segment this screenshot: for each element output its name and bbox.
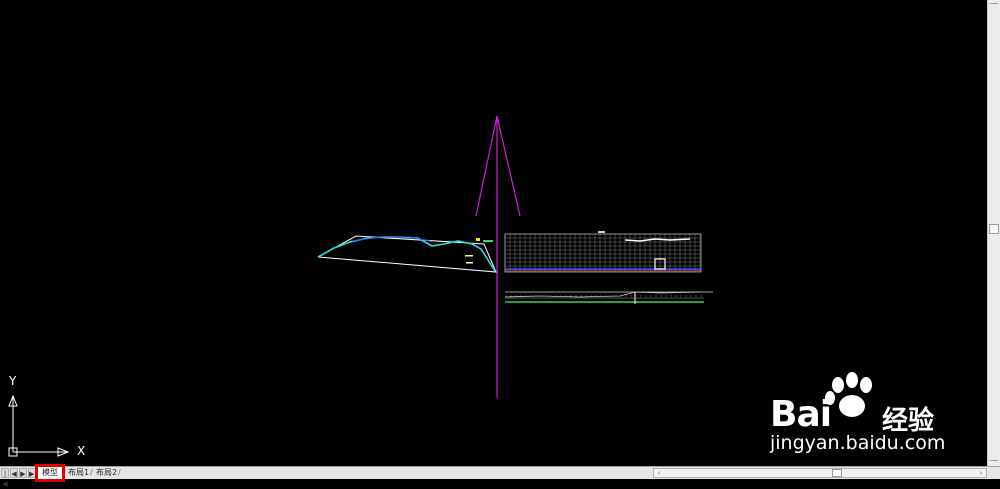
baidu-watermark: Bai 经验 jingyan.baidu.com: [764, 372, 984, 466]
layout-tab-bar: |◀ ◀ ▶ ▶| 模型 / 布局1 / 布局2 / ‹ ›: [0, 464, 1000, 488]
ucs-y-label: Y: [9, 374, 17, 388]
tab-model[interactable]: 模型: [35, 464, 65, 482]
first-tab-button[interactable]: |◀: [1, 468, 9, 488]
vertical-scrollbar[interactable]: [987, 0, 1000, 466]
terrain-profile: [317, 235, 497, 273]
lower-profile-strip: [504, 291, 713, 304]
scroll-up-arrow-icon[interactable]: [990, 3, 998, 4]
ucs-icon: [8, 394, 70, 457]
magenta-reference-lines: [475, 115, 521, 398]
horizontal-scroll-thumb[interactable]: [832, 469, 842, 477]
drawing-canvas[interactable]: Y X Bai 经验 jingyan.baidu.com: [0, 0, 987, 466]
next-tab-button[interactable]: ▶: [19, 468, 27, 478]
watermark-url: jingyan.baidu.com: [770, 432, 946, 454]
horizontal-scrollbar[interactable]: ‹ ›: [653, 468, 987, 478]
scroll-right-arrow-icon[interactable]: ›: [976, 469, 986, 477]
vertical-scroll-thumb[interactable]: [989, 224, 999, 234]
tab-separator: /: [118, 468, 121, 477]
scroll-down-arrow-icon[interactable]: [990, 460, 998, 461]
tab-layout1[interactable]: 布局1: [65, 467, 92, 479]
scroll-left-arrow-icon[interactable]: ‹: [654, 469, 664, 477]
tab-layout2[interactable]: 布局2: [93, 467, 120, 479]
prev-tab-button[interactable]: ◀: [10, 468, 18, 478]
ucs-x-label: X: [77, 444, 86, 458]
last-tab-button[interactable]: ▶|: [28, 468, 37, 478]
watermark-brand: Bai: [770, 394, 832, 435]
